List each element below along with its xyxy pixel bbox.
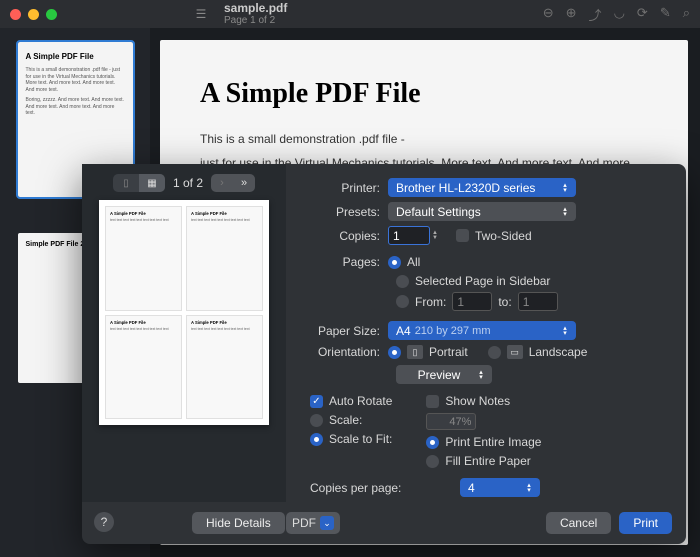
share-icon[interactable]: ⤴	[589, 5, 602, 24]
highlight-icon[interactable]: ◡	[614, 5, 625, 24]
pages-range-radio[interactable]	[396, 295, 409, 308]
chevron-updown-icon: ▴▾	[474, 365, 488, 384]
pages-selected-radio[interactable]	[396, 275, 409, 288]
presets-select[interactable]: Default Settings ▴▾	[388, 202, 576, 221]
scale-label: Scale:	[329, 413, 362, 427]
preview-mini-page: A Simple PDF Filetext text text text tex…	[186, 206, 263, 311]
print-options-form: Printer: Brother HL-L2320D series ▴▾ Pre…	[286, 164, 686, 502]
presets-label: Presets:	[294, 205, 388, 219]
page-title: A Simple PDF File	[200, 78, 648, 110]
portrait-icon: ▯	[407, 345, 423, 359]
landscape-label: Landscape	[529, 345, 588, 359]
preview-mini-page: A Simple PDF Filetext text text text tex…	[105, 315, 182, 420]
pages-all-label: All	[407, 255, 420, 269]
next-page-button[interactable]: »	[233, 174, 255, 192]
paper-size-select[interactable]: A4 210 by 297 mm ▴▾	[388, 321, 576, 340]
orientation-landscape-radio[interactable]	[488, 346, 501, 359]
prev-page-button[interactable]: ›	[211, 174, 233, 192]
preview-page-count: 1 of 2	[173, 176, 203, 190]
zoom-out-icon[interactable]: ⊖	[543, 5, 554, 24]
pages-selected-label: Selected Page in Sidebar	[415, 274, 550, 288]
preview-view-toggle[interactable]: ▯ ▦	[113, 174, 165, 192]
pages-from-input[interactable]	[452, 292, 492, 311]
print-preview-pane: ▯ ▦ 1 of 2 › » A Simple PDF Filetext tex…	[82, 164, 286, 502]
print-button[interactable]: Print	[619, 512, 672, 534]
document-title: sample.pdf Page 1 of 2	[224, 2, 287, 26]
auto-rotate-label: Auto Rotate	[329, 394, 392, 408]
filename-label: sample.pdf	[224, 2, 287, 15]
sidebar-toggle-icon[interactable]: ☰	[191, 4, 211, 24]
page-paragraph: This is a small demonstration .pdf file …	[200, 132, 648, 146]
chevron-updown-icon: ▴▾	[522, 478, 536, 497]
scale-to-fit-radio[interactable]	[310, 433, 323, 446]
two-sided-checkbox[interactable]	[456, 229, 469, 242]
show-notes-label: Show Notes	[445, 394, 510, 408]
copies-input[interactable]	[388, 226, 430, 245]
preview-mini-page: A Simple PDF Filetext text text text tex…	[186, 315, 263, 420]
window-titlebar: ☰ sample.pdf Page 1 of 2 ⊖ ⊕ ⤴ ◡ ⟳ ✎ ⌕	[0, 0, 700, 28]
printer-value: Brother HL-L2320D series	[396, 181, 535, 195]
orientation-label: Orientation:	[294, 345, 388, 359]
fill-entire-radio[interactable]	[426, 455, 439, 468]
paper-dim-label: 210 by 297 mm	[415, 325, 491, 337]
from-label: From:	[415, 295, 446, 309]
pages-to-input[interactable]	[518, 292, 558, 311]
grid-page-icon[interactable]: ▦	[139, 174, 165, 192]
dialog-footer: PDF Cancel Print	[82, 502, 686, 544]
landscape-icon: ▭	[507, 345, 523, 359]
page-indicator-label: Page 1 of 2	[224, 15, 287, 26]
preview-nav-arrows: › »	[211, 174, 255, 192]
scale-percent-input	[426, 413, 476, 430]
pages-label: Pages:	[294, 255, 388, 269]
zoom-window-button[interactable]	[46, 9, 57, 20]
cancel-button[interactable]: Cancel	[546, 512, 611, 534]
copies-label: Copies:	[294, 229, 388, 243]
window-controls	[10, 9, 57, 20]
copies-per-page-value: 4	[468, 481, 475, 495]
print-entire-label: Print Entire Image	[445, 435, 541, 449]
orientation-portrait-radio[interactable]	[388, 346, 401, 359]
presets-value: Default Settings	[396, 205, 481, 219]
thumb-title: A Simple PDF File	[26, 52, 125, 61]
print-preview-sheet: A Simple PDF Filetext text text text tex…	[99, 200, 269, 425]
section-select[interactable]: Preview ▴▾	[396, 365, 492, 384]
chevron-down-icon	[320, 516, 334, 530]
section-value: Preview	[418, 368, 461, 382]
copies-per-page-select[interactable]: 4 ▴▾	[460, 478, 540, 497]
to-label: to:	[498, 295, 511, 309]
single-page-icon[interactable]: ▯	[113, 174, 139, 192]
pages-all-radio[interactable]	[388, 256, 401, 269]
chevron-updown-icon: ▴▾	[558, 321, 572, 340]
two-sided-label: Two-Sided	[475, 229, 532, 243]
auto-rotate-checkbox[interactable]	[310, 395, 323, 408]
rotate-icon[interactable]: ⟳	[637, 5, 648, 24]
copies-stepper[interactable]: ▲▼	[432, 231, 438, 241]
print-dialog: ▯ ▦ 1 of 2 › » A Simple PDF Filetext tex…	[82, 164, 686, 544]
printer-label: Printer:	[294, 181, 388, 195]
portrait-label: Portrait	[429, 345, 468, 359]
close-window-button[interactable]	[10, 9, 21, 20]
preview-mini-page: A Simple PDF Filetext text text text tex…	[105, 206, 182, 311]
search-icon[interactable]: ⌕	[683, 5, 690, 24]
minimize-window-button[interactable]	[28, 9, 39, 20]
printer-select[interactable]: Brother HL-L2320D series ▴▾	[388, 178, 576, 197]
scale-radio[interactable]	[310, 414, 323, 427]
chevron-updown-icon: ▴▾	[558, 202, 572, 221]
print-entire-radio[interactable]	[426, 436, 439, 449]
toolbar-right: ⊖ ⊕ ⤴ ◡ ⟳ ✎ ⌕	[543, 5, 690, 24]
fill-entire-label: Fill Entire Paper	[445, 454, 530, 468]
copies-per-page-label: Copies per page:	[310, 481, 460, 495]
paper-size-value: A4	[396, 324, 411, 338]
chevron-updown-icon: ▴▾	[558, 178, 572, 197]
pdf-dropdown[interactable]: PDF	[286, 512, 340, 534]
pdf-label: PDF	[292, 516, 316, 530]
paper-size-label: Paper Size:	[294, 324, 388, 338]
markup-icon[interactable]: ✎	[660, 5, 671, 24]
zoom-in-icon[interactable]: ⊕	[566, 5, 577, 24]
scale-to-fit-label: Scale to Fit:	[329, 432, 392, 446]
show-notes-checkbox[interactable]	[426, 395, 439, 408]
